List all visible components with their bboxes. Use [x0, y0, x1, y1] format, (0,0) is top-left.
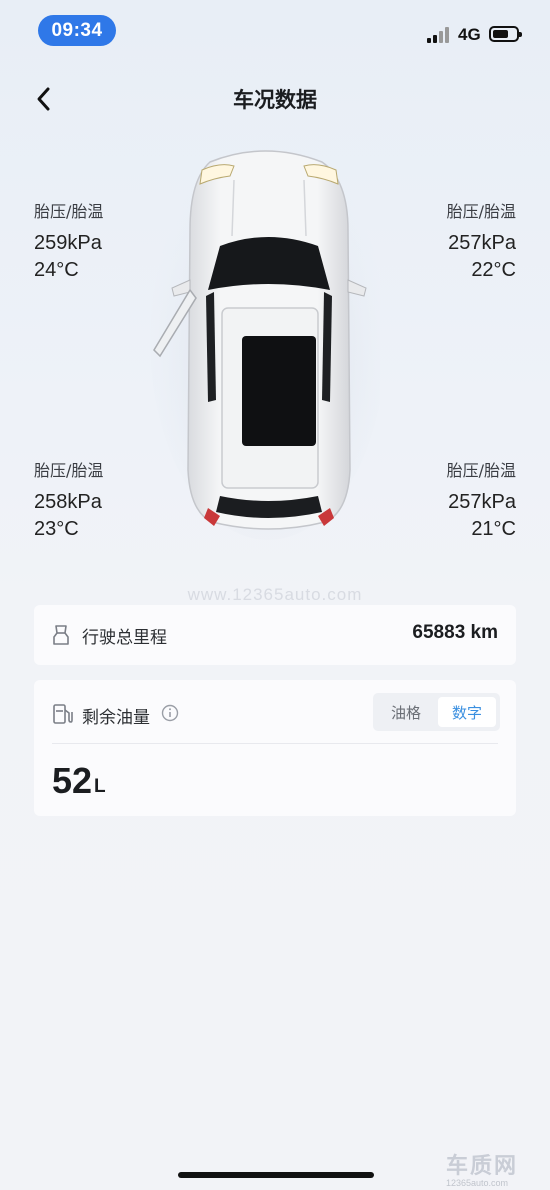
- tire-pressure: 257kPa: [448, 232, 516, 254]
- tire-label: 胎压/胎温: [446, 202, 516, 221]
- tire-front-left: 胎压/胎温 259kPa 24°C: [34, 198, 103, 284]
- corner-logo: 车质网 12365auto.com: [446, 1148, 536, 1188]
- tire-pressure: 259kPa: [34, 232, 102, 254]
- fuel-display-toggle: 油格 数字: [373, 693, 500, 731]
- cellular-signal-icon: [427, 27, 451, 43]
- fuel-unit: L: [94, 776, 106, 797]
- mileage-card: 行驶总里程 65883 km: [34, 605, 516, 665]
- network-type: 4G: [458, 25, 481, 44]
- fuel-pump-icon: [53, 704, 73, 724]
- toggle-option-number[interactable]: 数字: [438, 697, 496, 727]
- watermark: www.12365auto.com: [187, 585, 363, 604]
- status-bar: 09:34 4G: [0, 0, 550, 64]
- corner-logo-text: 车质网: [446, 1153, 519, 1178]
- tire-label: 胎压/胎温: [446, 461, 516, 480]
- tire-temperature: 22°C: [471, 259, 516, 281]
- status-time: 09:34: [38, 15, 116, 46]
- tire-temperature: 24°C: [34, 259, 79, 281]
- battery-icon: [489, 26, 522, 42]
- fuel-value: 52: [52, 760, 93, 801]
- toggle-option-bars[interactable]: 油格: [377, 697, 435, 727]
- car-top-view-illustration: [150, 140, 380, 540]
- corner-logo-url: 12365auto.com: [446, 1178, 509, 1188]
- tire-rear-right: 胎压/胎温 257kPa 21°C: [447, 457, 516, 543]
- tire-label: 胎压/胎温: [34, 461, 104, 480]
- home-indicator[interactable]: [178, 1172, 374, 1178]
- tire-temperature: 23°C: [34, 518, 79, 540]
- page-title: 车况数据: [233, 88, 317, 112]
- mileage-value: 65883 km: [412, 622, 498, 643]
- mileage-label: 行驶总里程: [82, 628, 167, 648]
- tire-pressure: 258kPa: [34, 491, 102, 513]
- odometer-icon: [53, 625, 69, 645]
- tire-front-right: 胎压/胎温 257kPa 22°C: [447, 198, 516, 284]
- vehicle-overview: 胎压/胎温 259kPa 24°C 胎压/胎温 257kPa 22°C 胎压/胎…: [0, 130, 550, 590]
- divider: [52, 743, 498, 744]
- fuel-label: 剩余油量: [82, 708, 150, 728]
- tire-label: 胎压/胎温: [34, 202, 104, 221]
- tire-temperature: 21°C: [471, 518, 516, 540]
- tire-pressure: 257kPa: [448, 491, 516, 513]
- fuel-card: 剩余油量 油格 数字 52 L: [34, 680, 516, 816]
- info-icon[interactable]: [161, 704, 179, 722]
- tire-rear-left: 胎压/胎温 258kPa 23°C: [34, 457, 103, 543]
- nav-bar: 车况数据: [0, 78, 550, 118]
